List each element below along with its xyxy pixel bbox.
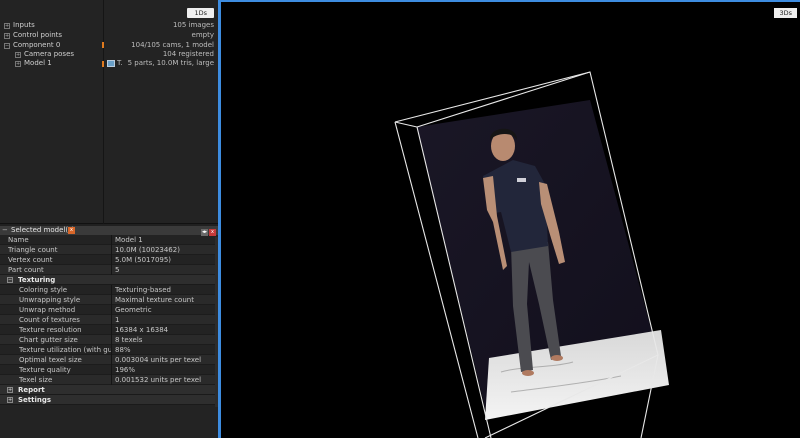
panel-header: − Selected model(s) x ◂▸ x — [0, 226, 218, 236]
property-key: Vertex count — [8, 255, 112, 265]
tree-item-camera-poses[interactable]: + Camera poses — [15, 50, 74, 59]
property-row[interactable]: Part count 5 — [0, 265, 218, 275]
tree-value-model-1: 5 parts, 10.0M tris, large — [127, 59, 214, 67]
property-value: Maximal texture count — [115, 296, 194, 304]
tree-item-component-0[interactable]: − Component 0 — [4, 41, 60, 50]
section-title: Texturing — [18, 276, 56, 284]
collapse-icon[interactable]: − — [4, 42, 10, 49]
property-value: 196% — [115, 366, 136, 374]
tree-labels-column: + Inputs + Control points − Component 0 + Ca… — [0, 0, 104, 224]
expand-icon[interactable]: + — [4, 22, 10, 29]
tree-item-label: Inputs — [13, 21, 35, 29]
tree-item-label: Model 1 — [24, 59, 52, 67]
section-settings[interactable]: + Settings — [0, 395, 218, 405]
property-row[interactable]: Texel size 0.001532 units per texel — [0, 375, 218, 385]
property-value: 8 texels — [115, 336, 143, 344]
property-key: Unwrap method — [19, 305, 112, 315]
tree-value-component-0: 104/105 cams, 1 model — [131, 41, 214, 49]
scene-canvas[interactable] — [221, 0, 800, 438]
tree-values-column: 1Ds 105 images empty 104/105 cams, 1 mod… — [105, 0, 218, 224]
property-value: 88% — [115, 346, 131, 354]
property-value: Model 1 — [115, 236, 143, 244]
property-row[interactable]: Texture quality 196% — [0, 365, 218, 375]
property-value: 0.001532 units per texel — [115, 376, 202, 384]
tree-value-control-points: empty — [191, 31, 214, 39]
section-report[interactable]: + Report — [0, 385, 218, 395]
panel-title: Selected model(s) — [11, 226, 75, 234]
expand-icon[interactable]: + — [7, 387, 13, 393]
collapse-icon[interactable]: − — [7, 277, 13, 283]
expand-icon[interactable]: + — [7, 397, 13, 403]
property-key: Texel size — [19, 375, 112, 385]
property-row[interactable]: Name Model 1 — [0, 235, 218, 245]
selected-models-panel: − Selected model(s) x ◂▸ x Name Model 1 T… — [0, 226, 218, 438]
model-thumbnail-icon — [107, 60, 115, 67]
section-texturing[interactable]: − Texturing — [0, 275, 218, 285]
property-value: 0.003004 units per texel — [115, 356, 202, 364]
property-value: 5 — [115, 266, 120, 274]
person-foot-left — [522, 370, 534, 376]
component-marker — [102, 42, 104, 48]
property-key: Texture utilization (with gutt... — [19, 345, 112, 355]
expand-icon[interactable]: + — [15, 51, 21, 58]
property-key: Chart gutter size — [19, 335, 112, 345]
section-title: Report — [18, 386, 45, 394]
shirt-logo — [517, 178, 526, 182]
property-row[interactable]: Texture utilization (with gutt... 88% — [0, 345, 218, 355]
property-key: Texture resolution — [19, 325, 112, 335]
property-row[interactable]: Unwrap method Geometric — [0, 305, 218, 315]
tree-item-model-1[interactable]: + Model 1 — [15, 59, 52, 68]
property-key: Name — [8, 235, 112, 245]
tree-value-camera-poses: 104 registered — [162, 50, 214, 58]
property-key: Part count — [8, 265, 112, 275]
property-value: 5.0M (5017095) — [115, 256, 172, 264]
property-key: Coloring style — [19, 285, 112, 295]
project-tree-panel: + Inputs + Control points − Component 0 + Ca… — [0, 0, 218, 224]
expand-icon[interactable]: + — [15, 60, 21, 67]
property-key: Unwrapping style — [19, 295, 112, 305]
3d-viewport[interactable]: 3Ds — [221, 0, 800, 438]
property-value: 1 — [115, 316, 120, 324]
person-foot-right — [551, 355, 563, 361]
property-row[interactable]: Optimal texel size 0.003004 units per te… — [0, 355, 218, 365]
expand-icon[interactable]: + — [4, 32, 10, 39]
property-key: Optimal texel size — [19, 355, 112, 365]
property-row[interactable]: Unwrapping style Maximal texture count — [0, 295, 218, 305]
pin-icon[interactable]: x — [68, 227, 75, 234]
section-title: Settings — [18, 396, 52, 404]
property-row[interactable]: Chart gutter size 8 texels — [0, 335, 218, 345]
property-row[interactable]: Count of textures 1 — [0, 315, 218, 325]
model-marker — [102, 61, 104, 67]
property-key: Triangle count — [8, 245, 112, 255]
tree-item-label: Control points — [13, 31, 63, 39]
property-key: Texture quality — [19, 365, 112, 375]
tree-item-label: Component 0 — [13, 41, 61, 49]
property-row[interactable]: Triangle count 10.0M (10023462) — [0, 245, 218, 255]
tree-item-control-points[interactable]: + Control points — [4, 31, 62, 40]
property-key: Count of textures — [19, 315, 112, 325]
property-value: 16384 x 16384 — [115, 326, 169, 334]
property-value: Geometric — [115, 306, 152, 314]
model-prefix: T. — [117, 59, 123, 67]
left-column: + Inputs + Control points − Component 0 + Ca… — [0, 0, 218, 438]
property-row[interactable]: Vertex count 5.0M (5017095) — [0, 255, 218, 265]
property-row[interactable]: Coloring style Texturing-based — [0, 285, 218, 295]
tree-item-inputs[interactable]: + Inputs — [4, 21, 35, 30]
property-value: 10.0M (10023462) — [115, 246, 180, 254]
tab-1ds[interactable]: 1Ds — [187, 8, 214, 18]
panel-collapse-icon[interactable]: − — [2, 226, 8, 235]
property-value: Texturing-based — [115, 286, 171, 294]
tree-value-inputs: 105 images — [172, 21, 214, 29]
property-row[interactable]: Texture resolution 16384 x 16384 — [0, 325, 218, 335]
tree-item-label: Camera poses — [24, 50, 75, 58]
